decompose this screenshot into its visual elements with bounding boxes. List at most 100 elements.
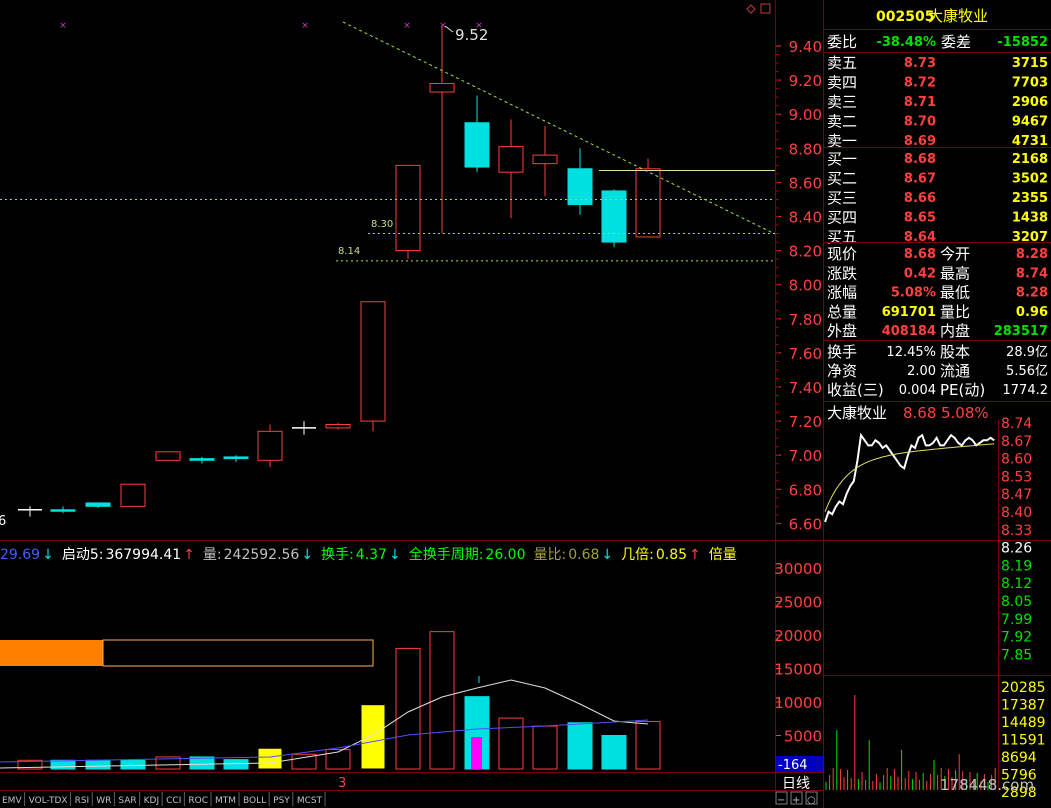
candle-body-up[interactable] bbox=[498, 146, 524, 173]
mini-pct: 5.08% bbox=[941, 404, 989, 422]
tab-cci[interactable]: CCI bbox=[166, 796, 181, 806]
mini-price-tick: 8.74 bbox=[1001, 416, 1032, 432]
tab-mtm[interactable]: MTM bbox=[215, 796, 236, 806]
tab-kdj[interactable]: KDJ bbox=[144, 796, 160, 806]
zuidi-value: 8.28 bbox=[1016, 286, 1048, 301]
tab-sar[interactable]: SAR bbox=[118, 796, 136, 806]
sell-level-volume: 4731 bbox=[1012, 134, 1048, 149]
candle-body-up[interactable] bbox=[360, 301, 386, 422]
candlestick-chart[interactable] bbox=[18, 25, 661, 517]
buy-level-volume: 2168 bbox=[1012, 152, 1048, 167]
sell-level-price: 8.73 bbox=[904, 56, 936, 71]
mini-price-tick: 8.12 bbox=[1001, 576, 1032, 592]
diamond-icon[interactable] bbox=[746, 4, 756, 14]
mini-price-tick: 8.19 bbox=[1001, 558, 1032, 574]
tab-mcst[interactable]: MCST bbox=[297, 796, 323, 806]
shouyi-label2: 收益(三) bbox=[827, 381, 884, 399]
trading-screen: × × × × ×9.528.308.146 9.409.209.008.808.608… bbox=[0, 0, 1051, 808]
volume-bar[interactable] bbox=[85, 759, 111, 770]
mini-price-tick: 8.60 bbox=[1001, 452, 1032, 468]
candle-body-down[interactable] bbox=[601, 190, 627, 243]
zhangdie-label: 涨跌 bbox=[827, 264, 857, 282]
volume-chart[interactable]: 3 bbox=[0, 631, 661, 791]
huanshou-value2: 12.45% bbox=[886, 345, 936, 360]
volume-bar[interactable] bbox=[120, 759, 146, 770]
indicator-tabs[interactable]: EMV VOL-TDX RSI WR SAR KDJ CCI ROC MTM BOLL PSY MCS… bbox=[2, 792, 326, 806]
zhangdie-value: 0.42 bbox=[904, 266, 936, 281]
jibei-label: 几倍: bbox=[621, 547, 654, 563]
sell-level-price: 8.72 bbox=[904, 76, 936, 91]
price-tick-label: 6.80 bbox=[789, 481, 822, 499]
sell-level-label: 卖四 bbox=[827, 74, 857, 92]
tab-roc[interactable]: ROC bbox=[188, 796, 208, 806]
candle-body-down[interactable] bbox=[189, 458, 215, 461]
volume-bar[interactable] bbox=[567, 722, 593, 770]
volume-bar[interactable] bbox=[601, 735, 627, 770]
arrow-up-icon: ↑ bbox=[689, 547, 701, 563]
mini-price-tick: 8.33 bbox=[1001, 523, 1032, 539]
volume-bar[interactable] bbox=[257, 747, 283, 770]
quote-panel: 现价 8.68 今开 8.28 涨跌 0.42 最高 8.74 涨幅 5.08% 最低 8.28 总量 6… bbox=[824, 245, 1051, 402]
price-tick-label: 7.40 bbox=[789, 379, 822, 397]
volume-tick-label: 10000 bbox=[774, 694, 822, 712]
buy-level-price: 8.68 bbox=[904, 152, 936, 167]
zhangfu-label: 涨幅 bbox=[827, 284, 857, 302]
candle-body-up[interactable] bbox=[532, 154, 558, 165]
jibei-value: 0.85 bbox=[656, 547, 687, 563]
volume-tick-label: 30000 bbox=[774, 560, 822, 578]
menu-icon[interactable]: ○ bbox=[807, 795, 816, 806]
tab-wr[interactable]: WR bbox=[96, 796, 111, 806]
arrow-up-icon: ↑ bbox=[183, 547, 195, 563]
stock-code: 002505 bbox=[876, 9, 934, 25]
mini-price-tick: 8.26 bbox=[1001, 541, 1032, 557]
volume-bar[interactable] bbox=[498, 717, 524, 770]
jinkai-value: 8.28 bbox=[1016, 247, 1048, 262]
candle-body-up[interactable] bbox=[325, 424, 351, 429]
candle-body-up[interactable] bbox=[429, 83, 455, 93]
price-tick-label: 6.60 bbox=[789, 515, 822, 533]
bottom-marker: 3 bbox=[338, 776, 346, 791]
candle-body-down[interactable] bbox=[464, 122, 490, 168]
price-tick-label: 8.00 bbox=[789, 277, 822, 295]
plus-icon[interactable]: + bbox=[792, 795, 800, 806]
sell-level-volume: 2906 bbox=[1012, 95, 1048, 110]
price-tick-label: 8.20 bbox=[789, 243, 822, 261]
minus-icon[interactable]: − bbox=[777, 795, 785, 806]
qidong-label: 启动5: bbox=[62, 547, 104, 563]
sell-level-price: 8.69 bbox=[904, 134, 936, 149]
mini-price-line bbox=[824, 432, 995, 523]
tab-boll[interactable]: BOLL bbox=[243, 796, 266, 806]
tab-rsi[interactable]: RSI bbox=[75, 796, 90, 806]
jingzi-value2: 2.00 bbox=[907, 364, 936, 379]
candle-body-up[interactable] bbox=[395, 164, 421, 252]
buy-level-price: 8.65 bbox=[904, 211, 936, 226]
candle-body-up[interactable] bbox=[257, 430, 283, 461]
volume-bar[interactable] bbox=[360, 704, 386, 770]
sell-level-price: 8.71 bbox=[904, 95, 936, 110]
candle-body-down[interactable] bbox=[85, 502, 111, 507]
volume-bar[interactable] bbox=[50, 759, 76, 770]
zongliang-label: 总量 bbox=[827, 303, 857, 321]
window-button-icon[interactable] bbox=[760, 3, 771, 14]
candle-body-up[interactable] bbox=[635, 168, 661, 238]
candle-body-down[interactable] bbox=[223, 456, 249, 460]
pe-label2: PE(动) bbox=[940, 381, 985, 399]
order-book: 002505大康牧业委比 -38.48% 委差 -15852 卖五 8.73 3715 卖四 8… bbox=[824, 7, 1051, 246]
sell-level-label: 卖五 bbox=[827, 54, 857, 72]
mini-volume-tick: 8694 bbox=[1001, 750, 1037, 766]
tab-psy[interactable]: PSY bbox=[273, 796, 290, 806]
volume-bar[interactable] bbox=[635, 720, 661, 770]
tab-emv[interactable]: EMV bbox=[2, 796, 22, 806]
zuigao-value: 8.74 bbox=[1016, 266, 1048, 281]
volume-axis: 30000 25000 20000 15000 10000 5000 bbox=[774, 560, 822, 746]
volume-bar[interactable] bbox=[532, 725, 558, 770]
tab-vol-tdx[interactable]: VOL-TDX bbox=[29, 796, 68, 806]
candle-body-up[interactable] bbox=[120, 483, 146, 507]
sell-level-volume: 3715 bbox=[1012, 56, 1048, 71]
quanhuan-label: 全换手周期: bbox=[409, 546, 484, 563]
pe-value2: 1774.2 bbox=[1003, 383, 1049, 398]
candle-body-up[interactable] bbox=[155, 451, 181, 461]
volume-bar[interactable] bbox=[223, 759, 249, 770]
candle-body-down[interactable] bbox=[50, 509, 76, 512]
jinkai-label: 今开 bbox=[940, 245, 970, 263]
